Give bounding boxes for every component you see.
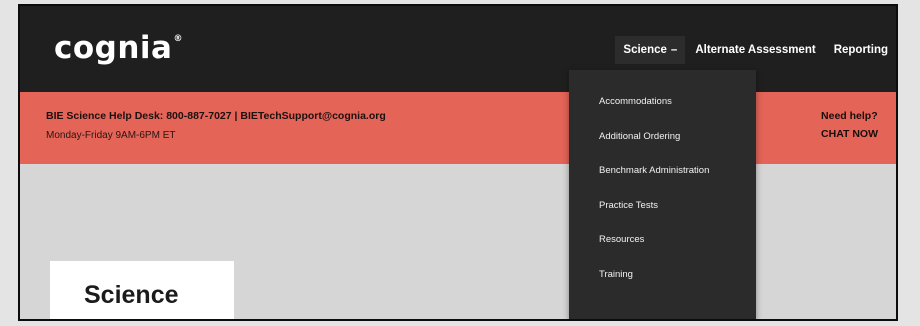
main-nav: Science – Alternate Assessment Reporting <box>613 36 896 64</box>
page-title-card: Science <box>50 261 234 319</box>
menu-item-accommodations[interactable]: Accommodations <box>569 96 756 131</box>
need-help-label: Need help? <box>821 110 878 122</box>
help-desk-info: BIE Science Help Desk: 800-887-7027 | BI… <box>46 110 386 122</box>
registered-mark: ® <box>173 34 183 44</box>
page-title: Science <box>84 281 179 309</box>
logo-text: cognia <box>54 30 173 66</box>
menu-item-additional-ordering[interactable]: Additional Ordering <box>569 131 756 166</box>
site-header: cognia® Science – Alternate Assessment Re… <box>20 6 896 92</box>
help-banner: BIE Science Help Desk: 800-887-7027 | BI… <box>20 92 896 164</box>
menu-item-resources[interactable]: Resources <box>569 234 756 269</box>
nav-alternate-assessment[interactable]: Alternate Assessment <box>687 36 823 64</box>
browser-frame: cognia® Science – Alternate Assessment Re… <box>18 4 898 321</box>
science-dropdown-menu: Accommodations Additional Ordering Bench… <box>569 70 756 319</box>
nav-science[interactable]: Science – <box>615 36 686 64</box>
need-help-block: Need help? CHAT NOW <box>821 110 878 146</box>
menu-item-practice-tests[interactable]: Practice Tests <box>569 200 756 235</box>
nav-science-label: Science <box>623 44 667 56</box>
page-content: Science <box>20 164 896 319</box>
menu-item-training[interactable]: Training <box>569 269 756 304</box>
menu-item-benchmark-administration[interactable]: Benchmark Administration <box>569 165 756 200</box>
collapse-icon: – <box>670 44 678 56</box>
cognia-logo[interactable]: cognia® <box>54 30 183 66</box>
chat-now-link[interactable]: CHAT NOW <box>821 128 878 140</box>
nav-reporting[interactable]: Reporting <box>826 36 896 64</box>
help-desk-hours: Monday-Friday 9AM-6PM ET <box>46 130 176 141</box>
